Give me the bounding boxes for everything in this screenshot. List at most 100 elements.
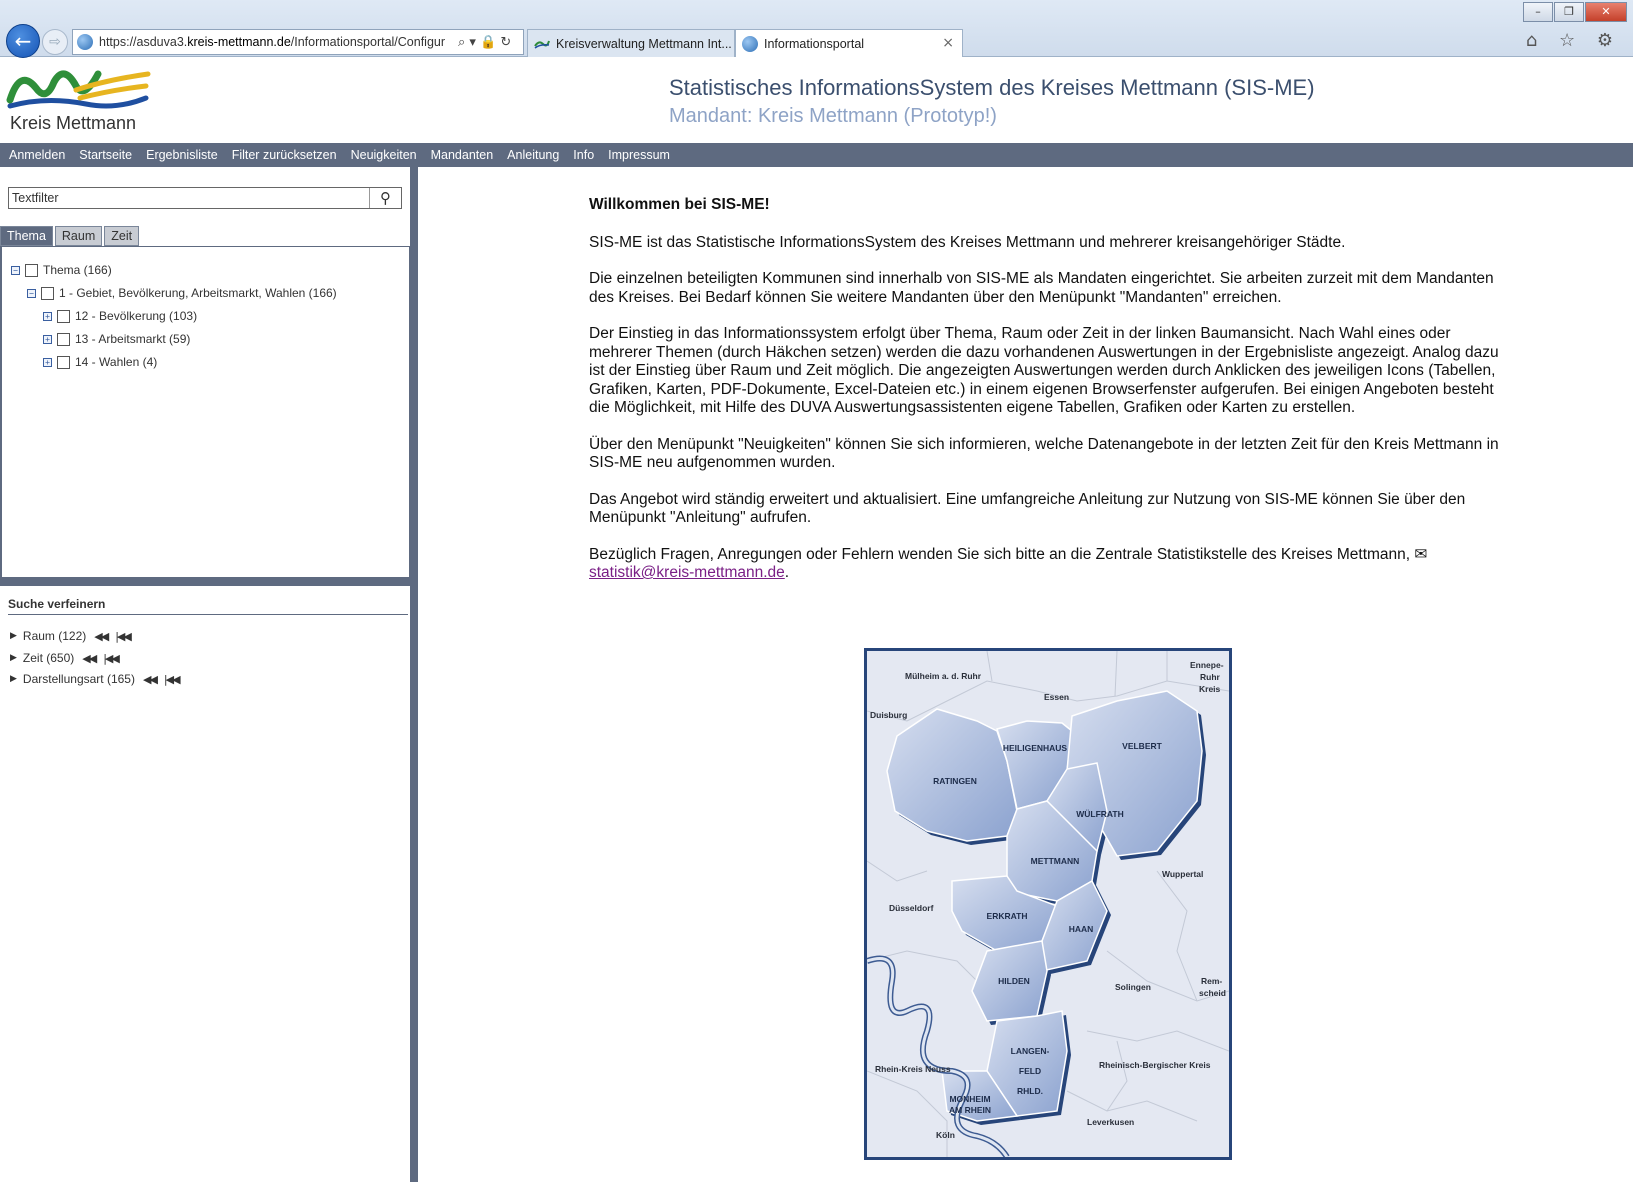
tree-checkbox[interactable] [57, 309, 70, 323]
tree-node[interactable]: − Thema (166) [11, 263, 112, 277]
tree-node-label: 1 - Gebiet, Bevölkerung, Arbeitsmarkt, W… [59, 286, 337, 300]
skip-to-start-icon[interactable]: |◀◀ [103, 652, 120, 665]
expand-icon[interactable]: + [43, 311, 52, 321]
forward-arrow-icon: ⇨ [49, 34, 61, 50]
search-icon: ⚲ [380, 189, 391, 207]
tree-checkbox[interactable] [57, 332, 70, 346]
map-label-muelheim: Mülheim a. d. Ruhr [905, 671, 982, 681]
tree-view: − Thema (166) − 1 - Gebiet, Bevölkerung,… [0, 246, 410, 578]
map-label-monheim-2: AM RHEIN [949, 1105, 991, 1115]
tree-node[interactable]: + 12 - Bevölkerung (103) [43, 309, 197, 323]
map-label-wuelfrath: WÜLFRATH [1076, 809, 1124, 819]
tree-node[interactable]: + 14 - Wahlen (4) [43, 355, 157, 369]
tab-thema[interactable]: Thema [0, 226, 53, 246]
map-label-langenfeld-2: FELD [1019, 1066, 1041, 1076]
welcome-content: Willkommen bei SIS-ME! SIS-ME ist das St… [589, 196, 1509, 601]
menu-item-impressum[interactable]: Impressum [601, 148, 677, 162]
map-label-hilden: HILDEN [998, 976, 1030, 986]
map-label-langenfeld-3: RHLD. [1017, 1086, 1043, 1096]
menu-item-ergebnisliste[interactable]: Ergebnisliste [139, 148, 225, 162]
map-label-leverkusen: Leverkusen [1087, 1117, 1134, 1127]
back-arrow-icon: ← [14, 29, 32, 53]
textfilter-box: ⚲ [8, 187, 402, 209]
vertical-splitter[interactable] [410, 167, 418, 1182]
menu-item-startseite[interactable]: Startseite [72, 148, 139, 162]
map-label-heiligenhaus: HEILIGENHAUS [1003, 743, 1068, 753]
menu-item-anmelden[interactable]: Anmelden [2, 148, 72, 162]
restore-button[interactable]: ❐ [1554, 2, 1584, 22]
tab-informationsportal[interactable]: Informationsportal × [735, 29, 963, 57]
mail-icon: ✉ [1414, 545, 1428, 563]
browser-chrome: – ❐ ✕ ← ⇨ https://asduva3.kreis-mettmann… [0, 0, 1633, 58]
map-label-monheim-1: MONHEIM [949, 1094, 990, 1104]
skip-to-start-icon[interactable]: |◀◀ [115, 630, 132, 643]
tree-node-label: Thema (166) [43, 263, 112, 277]
collapse-icon[interactable]: − [11, 265, 20, 275]
expand-icon[interactable]: + [43, 334, 52, 344]
page-favicon-icon [742, 35, 758, 52]
forward-button[interactable]: ⇨ [42, 29, 68, 55]
expand-triangle-icon[interactable]: ▶ [10, 631, 17, 641]
rewind-icon[interactable]: ◀◀ [94, 630, 109, 643]
map-label-ennepe-3: Kreis [1199, 684, 1221, 694]
tree-checkbox[interactable] [25, 263, 38, 277]
search-button[interactable]: ⚲ [369, 188, 401, 208]
menu-item-info[interactable]: Info [566, 148, 601, 162]
tree-node[interactable]: + 13 - Arbeitsmarkt (59) [43, 332, 190, 346]
refine-item-raum[interactable]: ▶ Raum (122) ◀◀ |◀◀ [10, 629, 132, 643]
map-label-haan: HAAN [1069, 924, 1094, 934]
address-bar-icons[interactable]: ⌕ ▾ 🔒 ↻ [458, 35, 511, 50]
left-tabs: Thema Raum Zeit [0, 226, 141, 246]
map-label-solingen: Solingen [1115, 982, 1151, 992]
map-label-ennepe-2: Ruhr [1200, 672, 1221, 682]
email-link[interactable]: statistik@kreis-mettmann.de [589, 564, 785, 581]
rewind-icon[interactable]: ◀◀ [143, 673, 158, 686]
welcome-heading: Willkommen bei SIS-ME! [589, 196, 770, 213]
map-label-ennepe-1: Ennepe- [1190, 660, 1224, 670]
close-window-button[interactable]: ✕ [1585, 2, 1627, 22]
refine-item-label: Raum (122) [22, 629, 87, 643]
map-label-ratingen: RATINGEN [933, 776, 977, 786]
textfilter-input[interactable] [9, 188, 369, 208]
tab-kreisverwaltung[interactable]: Kreisverwaltung Mettmann Int... [527, 29, 735, 57]
map-label-koeln: Köln [936, 1130, 955, 1140]
address-bar[interactable]: https://asduva3.kreis-mettmann.de/Inform… [72, 29, 524, 55]
refine-item-label: Darstellungsart (165) [22, 672, 135, 686]
tree-checkbox[interactable] [57, 355, 70, 369]
neuigkeiten-paragraph: Über den Menüpunkt "Neuigkeiten" können … [589, 435, 1499, 472]
tree-node-label: 12 - Bevölkerung (103) [75, 309, 198, 323]
refine-item-zeit[interactable]: ▶ Zeit (650) ◀◀ |◀◀ [10, 651, 120, 665]
toolbar-icons[interactable]: ⌂ ☆ ⚙ [1526, 30, 1621, 51]
tab-zeit[interactable]: Zeit [104, 226, 140, 246]
url-text[interactable]: https://asduva3.kreis-mettmann.de/Inform… [99, 35, 454, 49]
collapse-icon[interactable]: − [27, 288, 36, 298]
map-label-rhein-kreis-neuss: Rhein-Kreis Neuss [875, 1064, 951, 1074]
tree-node[interactable]: − 1 - Gebiet, Bevölkerung, Arbeitsmarkt,… [27, 286, 337, 300]
map-label-erkrath: ERKRATH [987, 911, 1028, 921]
refine-item-darstellungsart[interactable]: ▶ Darstellungsart (165) ◀◀ |◀◀ [10, 672, 181, 686]
page-title: Statistisches InformationsSystem des Kre… [669, 75, 1315, 100]
skip-to-start-icon[interactable]: |◀◀ [164, 673, 181, 686]
menu-item-mandanten[interactable]: Mandanten [424, 148, 501, 162]
rewind-icon[interactable]: ◀◀ [82, 652, 97, 665]
close-tab-icon[interactable]: × [942, 35, 954, 51]
horizontal-splitter[interactable] [0, 578, 410, 586]
map-label-remscheid-2: scheid [1199, 988, 1226, 998]
expand-triangle-icon[interactable]: ▶ [10, 653, 17, 663]
anleitung-paragraph: Das Angebot wird ständig erweitert und a… [589, 490, 1466, 527]
menu-item-neuigkeiten[interactable]: Neuigkeiten [344, 148, 424, 162]
tab-raum[interactable]: Raum [54, 226, 103, 246]
menu-item-anleitung[interactable]: Anleitung [500, 148, 566, 162]
tree-checkbox[interactable] [41, 286, 54, 300]
back-button[interactable]: ← [6, 24, 40, 58]
refine-item-label: Zeit (650) [22, 651, 75, 665]
expand-icon[interactable]: + [43, 357, 52, 367]
refine-search-heading: Suche verfeinern [8, 597, 408, 615]
minimize-button[interactable]: – [1523, 2, 1553, 22]
district-map: HEILIGENHAUS VELBERT RATINGEN WÜLFRATH M… [864, 648, 1232, 1160]
page-favicon-icon [77, 34, 93, 50]
contact-paragraph: Bezüglich Fragen, Anregungen oder Fehler… [589, 545, 1428, 582]
logo-caption: Kreis Mettmann [10, 113, 137, 133]
menu-item-filter-zuruecksetzen[interactable]: Filter zurücksetzen [225, 148, 344, 162]
expand-triangle-icon[interactable]: ▶ [10, 674, 17, 684]
